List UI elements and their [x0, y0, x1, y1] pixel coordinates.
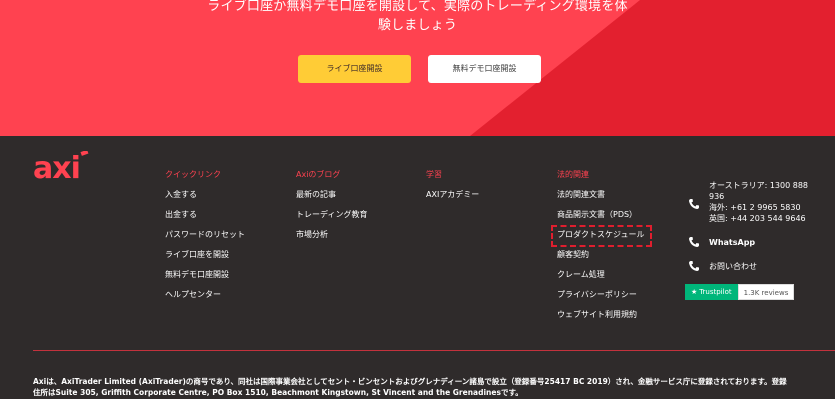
hero-text: ライブ口座か無料デモ口座を開設して、実際のトレーディング環境を体 験しましょう: [200, 0, 635, 35]
axi-logo[interactable]: axi: [33, 151, 91, 183]
legal-heading: 法的関連: [557, 170, 589, 179]
phone-uk[interactable]: 英国: +44 203 544 9646: [709, 213, 808, 224]
blog-heading: Axiのブログ: [296, 170, 341, 179]
quick-links-heading: クイックリンク: [165, 170, 221, 179]
trustpilot-label: Trustpilot: [699, 288, 732, 296]
link-client-agreement[interactable]: 顧客契約: [557, 249, 644, 269]
quick-links-column: クイックリンク 入金する 出金する パスワードのリセット ライブ口座を開設 無料…: [165, 169, 245, 309]
legal-line1: Axiは、AxiTrader Limited (AxiTrader)の商号であり…: [33, 377, 787, 386]
phone-icon: [689, 199, 699, 209]
link-complaints[interactable]: クレーム処理: [557, 269, 644, 289]
learning-heading: 学習: [426, 170, 442, 179]
axi-logo-text: axi: [33, 151, 80, 183]
inquiry-phone-icon: [689, 261, 699, 271]
phone-overseas[interactable]: 海外: +61 2 9965 5830: [709, 202, 808, 213]
trustpilot-logo: ★ Trustpilot: [685, 284, 738, 300]
learning-column: 学習 AXIアカデミー: [426, 169, 479, 209]
open-demo-account-button[interactable]: 無料デモ口座開設: [428, 55, 541, 83]
link-open-live-account[interactable]: ライブ口座を開設: [165, 249, 245, 269]
link-trading-education[interactable]: トレーディング教育: [296, 209, 367, 229]
link-market-analysis[interactable]: 市場分析: [296, 229, 367, 249]
open-live-account-button[interactable]: ライブ口座開設: [298, 55, 411, 83]
link-deposit[interactable]: 入金する: [165, 189, 245, 209]
whatsapp-phone-icon: [689, 237, 699, 247]
trustpilot-badge[interactable]: ★ Trustpilot 1.3K reviews: [685, 284, 795, 300]
link-password-reset[interactable]: パスワードのリセット: [165, 229, 245, 249]
trustpilot-reviews: 1.3K reviews: [737, 284, 795, 300]
link-legal-documents[interactable]: 法的関連文書: [557, 189, 644, 209]
link-open-demo-account[interactable]: 無料デモ口座開設: [165, 269, 245, 289]
whatsapp-label[interactable]: WhatsApp: [709, 237, 755, 248]
link-withdraw[interactable]: 出金する: [165, 209, 245, 229]
hero-text-line1: ライブ口座か無料デモ口座を開設して、実際のトレーディング環境を体: [207, 0, 628, 14]
legal-line2: 住所はSuite 305, Griffith Corporate Centre,…: [33, 388, 523, 397]
hero-banner: ライブ口座か無料デモ口座を開設して、実際のトレーディング環境を体 験しましょう …: [0, 0, 835, 136]
link-axi-academy[interactable]: AXIアカデミー: [426, 189, 479, 209]
phone-australia[interactable]: オーストラリア: 1300 888: [709, 180, 808, 191]
link-privacy-policy[interactable]: プライバシーポリシー: [557, 289, 644, 309]
star-icon: ★: [691, 288, 698, 296]
legal-disclaimer: Axiは、AxiTrader Limited (AxiTrader)の商号であり…: [33, 376, 823, 398]
legal-column: 法的関連 法的関連文書 商品開示文書（PDS） プロダクトスケジュール 顧客契約…: [557, 169, 644, 329]
blog-column: Axiのブログ 最新の記事 トレーディング教育 市場分析: [296, 169, 367, 249]
inquiry-label[interactable]: お問い合わせ: [709, 261, 757, 272]
highlight-box: [551, 225, 652, 247]
phone-australia-cont[interactable]: 936: [709, 191, 808, 202]
hero-text-line2: 験しましょう: [377, 18, 458, 33]
footer-divider: [33, 350, 835, 351]
link-latest-articles[interactable]: 最新の記事: [296, 189, 367, 209]
link-website-terms[interactable]: ウェブサイト利用規約: [557, 309, 644, 329]
link-help-center[interactable]: ヘルプセンター: [165, 289, 245, 309]
